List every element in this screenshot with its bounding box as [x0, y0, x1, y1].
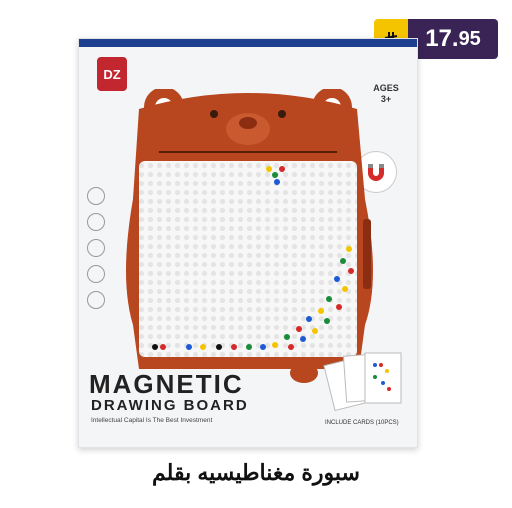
cards-caption: INCLUDE CARDS (10PCS): [325, 420, 399, 426]
feature-icon: [87, 265, 105, 283]
bear-drawing-board: [126, 89, 373, 383]
feature-icon: [87, 213, 105, 231]
price-integer: 17.: [425, 25, 459, 52]
product-title-line2: DRAWING BOARD: [91, 397, 249, 414]
product-title-line1: MAGNETIC: [89, 369, 244, 399]
feature-icons: [87, 187, 107, 317]
brand-logo: DZ: [97, 57, 127, 91]
feature-icon: [87, 187, 105, 205]
price-decimals: 95: [458, 27, 481, 50]
included-cards-image: [323, 352, 402, 412]
product-caption: سبورة مغناطيسيه بقلم: [152, 460, 360, 485]
price-amount: 17. 95: [408, 19, 498, 59]
box-top-band: [79, 39, 417, 47]
product-tagline: Intellectual Capital Is The Best Investm…: [91, 417, 213, 424]
product-box: DZ AGES 3+ MAGNETIC DRAWING BOARD Intell…: [78, 38, 418, 448]
feature-icon: [87, 291, 105, 309]
feature-icon: [87, 239, 105, 257]
